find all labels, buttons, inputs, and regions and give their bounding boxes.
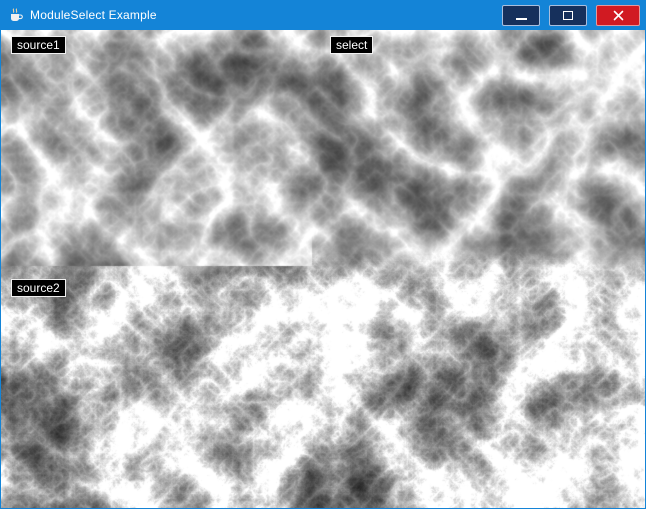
titlebar[interactable]: ModuleSelect Example <box>1 0 645 30</box>
minimize-icon <box>516 18 527 20</box>
close-icon <box>613 10 624 21</box>
window-title: ModuleSelect Example <box>30 8 502 22</box>
noise-canvas <box>1 30 645 508</box>
java-app-icon <box>8 7 24 23</box>
label-select: select <box>330 36 373 54</box>
render-area: source1 select source2 <box>1 30 645 508</box>
maximize-icon <box>563 11 573 20</box>
window-controls <box>502 5 640 26</box>
label-source1: source1 <box>11 36 66 54</box>
close-button[interactable] <box>596 5 640 26</box>
app-window: ModuleSelect Example source1 select sour… <box>0 0 646 509</box>
minimize-button[interactable] <box>502 5 540 26</box>
maximize-button[interactable] <box>549 5 587 26</box>
label-source2: source2 <box>11 279 66 297</box>
